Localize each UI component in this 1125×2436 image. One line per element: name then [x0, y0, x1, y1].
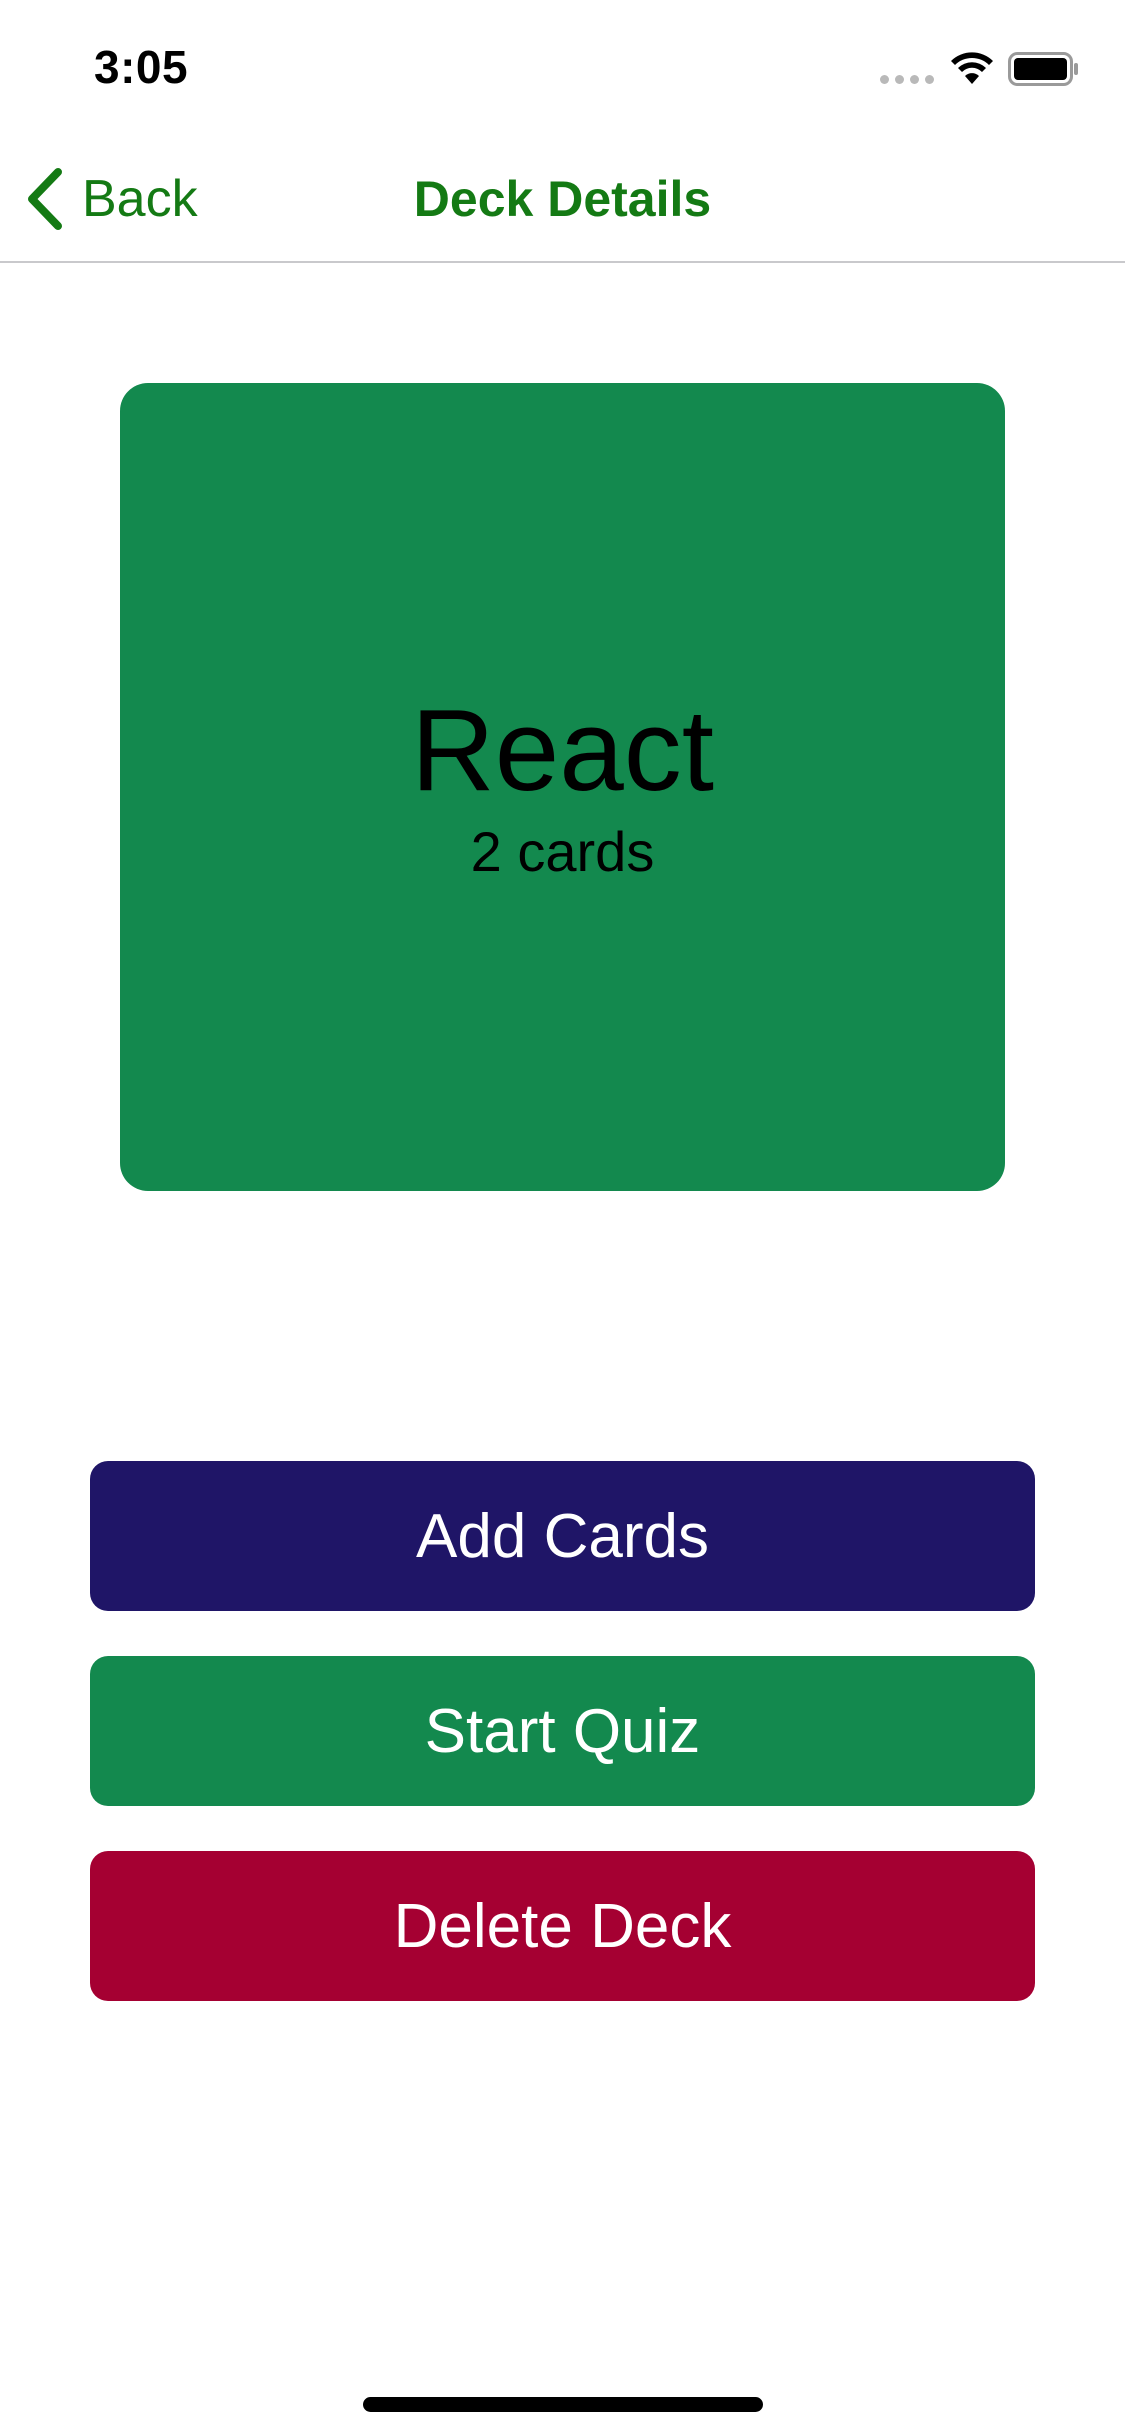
cellular-signal-icon [880, 75, 934, 84]
status-time: 3:05 [94, 41, 189, 93]
page-title: Deck Details [413, 171, 712, 227]
deck-card-count: 2 cards [470, 820, 655, 884]
deck-card: React 2 cards [120, 383, 1005, 1191]
navigation-bar: Back Deck Details [0, 132, 1125, 263]
wifi-icon [951, 52, 993, 84]
battery-icon [1008, 52, 1078, 86]
delete-deck-button[interactable]: Delete Deck [90, 1851, 1035, 2001]
home-indicator[interactable] [363, 2397, 763, 2412]
start-quiz-button[interactable]: Start Quiz [90, 1656, 1035, 1806]
status-bar: 3:05 [0, 0, 1125, 132]
deck-name: React [410, 684, 715, 815]
add-cards-button[interactable]: Add Cards [90, 1461, 1035, 1611]
